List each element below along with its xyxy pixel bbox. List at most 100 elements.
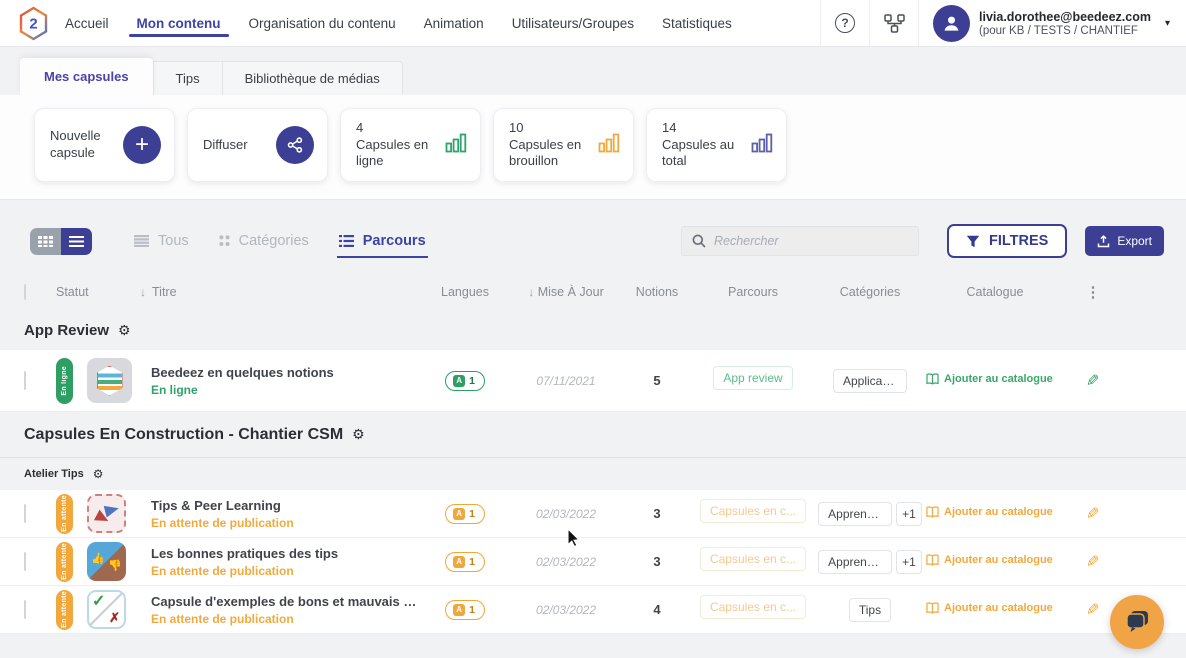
filter-parcours[interactable]: Parcours xyxy=(339,233,426,249)
list-view-button[interactable] xyxy=(61,228,92,255)
beedeez-logo[interactable]: 2 xyxy=(0,0,65,46)
parcours-chip[interactable]: Capsules en c... xyxy=(700,547,806,571)
add-capsule-button[interactable]: + xyxy=(123,126,161,164)
filter-categories[interactable]: Catégories xyxy=(219,233,309,249)
catalogue-cell: Ajouter au catalogue xyxy=(926,553,1064,571)
col-actions[interactable]: ⋮ xyxy=(1064,283,1122,301)
capsule-status-text: En ligne xyxy=(151,383,420,397)
book-icon xyxy=(926,554,939,566)
parcours-chip[interactable]: Capsules en c... xyxy=(700,499,806,523)
list-icon xyxy=(69,236,84,247)
beedeez-app: 2 Accueil Mon contenu Organisation du co… xyxy=(0,0,1186,658)
capsule-title[interactable]: Beedeez en quelques notions xyxy=(151,365,420,380)
capsule-title[interactable]: Les bonnes pratiques des tips xyxy=(151,546,420,561)
book-icon xyxy=(926,506,939,518)
category-chip[interactable]: Apprena... xyxy=(818,502,892,526)
category-chip[interactable]: Apprena... xyxy=(818,550,892,574)
add-to-catalog-button[interactable]: Ajouter au catalogue xyxy=(926,506,1053,518)
stat-card-total[interactable]: 14 Capsules au total xyxy=(646,108,787,182)
row-checkbox[interactable] xyxy=(24,552,26,571)
title-cell: Les bonnes pratiques des tips En attente… xyxy=(140,546,420,578)
language-badge: A 1 xyxy=(445,552,485,572)
filtres-button[interactable]: FILTRES xyxy=(947,224,1067,258)
edit-pencil-icon[interactable]: ✎ xyxy=(1086,600,1099,620)
list-bullets-icon xyxy=(339,235,354,247)
capsule-title[interactable]: Capsule d'exemples de bons et mauvais ti… xyxy=(151,594,420,609)
status-pill: En attente xyxy=(56,590,73,630)
main-nav: Accueil Mon contenu Organisation du cont… xyxy=(65,0,732,46)
gear-icon[interactable]: ⚙ xyxy=(118,322,131,339)
category-more-chip[interactable]: +1 xyxy=(896,550,922,574)
select-all-checkbox[interactable] xyxy=(24,284,26,300)
gear-icon[interactable]: ⚙ xyxy=(93,467,104,481)
stat-card-en-ligne[interactable]: 4 Capsules en ligne xyxy=(340,108,481,182)
row-checkbox[interactable] xyxy=(24,371,26,390)
help-button[interactable]: ? xyxy=(820,0,869,46)
edit-pencil-icon[interactable]: ✎ xyxy=(1086,371,1099,391)
capsule-thumbnail[interactable]: 👍👎 xyxy=(87,542,126,581)
language-badge: A 1 xyxy=(445,371,485,391)
category-more-chip[interactable]: +1 xyxy=(896,502,922,526)
capsule-thumbnail[interactable] xyxy=(87,358,132,403)
gear-icon[interactable]: ⚙ xyxy=(352,426,365,443)
hierarchy-icon xyxy=(884,14,905,33)
nav-statistiques[interactable]: Statistiques xyxy=(662,0,732,46)
section-atelier-tips: Atelier Tips ⚙ xyxy=(0,458,1186,490)
row-checkbox[interactable] xyxy=(24,504,26,523)
capsule-thumbnail[interactable] xyxy=(87,494,126,533)
diffuser-label: Diffuser xyxy=(203,137,248,154)
parcours-cell: Capsules en c... xyxy=(692,595,814,624)
diffuser-card[interactable]: Diffuser xyxy=(187,108,328,182)
language-icon: A xyxy=(453,375,465,387)
category-chip[interactable]: Application xyxy=(833,369,907,393)
stat-brouillon-label: Capsules en brouillon xyxy=(509,137,581,169)
tab-bibliotheque-de-medias[interactable]: Bibliothèque de médias xyxy=(223,62,402,95)
nav-mon-contenu[interactable]: Mon contenu xyxy=(137,0,221,46)
beedeez-hexagon-graphic xyxy=(97,366,123,396)
row-checkbox[interactable] xyxy=(24,600,26,619)
actions-cell: ✎ xyxy=(1064,504,1122,524)
status-cell: En attente xyxy=(56,494,80,534)
add-to-catalog-button[interactable]: Ajouter au catalogue xyxy=(926,373,1053,385)
filter-tous[interactable]: Tous xyxy=(134,233,189,249)
parcours-chip[interactable]: App review xyxy=(713,366,792,390)
sort-desc-icon: ↓ xyxy=(528,285,534,299)
col-titre[interactable]: ↓ Titre xyxy=(140,285,420,299)
chevron-down-icon[interactable]: ▾ xyxy=(1165,18,1170,29)
status-pill: En attente xyxy=(56,494,73,534)
chat-widget-button[interactable] xyxy=(1110,595,1164,649)
nav-utilisateurs-groupes[interactable]: Utilisateurs/Groupes xyxy=(512,0,634,46)
col-mise-a-jour[interactable]: ↓ Mise À Jour xyxy=(510,285,622,299)
col-catalogue: Catalogue xyxy=(926,285,1064,299)
add-to-catalog-button[interactable]: Ajouter au catalogue xyxy=(926,554,1053,566)
langues-cell: A 1 xyxy=(420,503,510,524)
table-row: En attente ✓✗ Capsule d'exemples de bons… xyxy=(0,586,1186,634)
share-button[interactable] xyxy=(276,126,314,164)
language-count: 1 xyxy=(469,604,475,616)
language-count: 1 xyxy=(469,508,475,520)
grid-view-button[interactable] xyxy=(30,228,61,255)
table-row: En ligne Beedeez en quelques notions En … xyxy=(0,350,1186,412)
new-capsule-card[interactable]: Nouvelle capsule + xyxy=(34,108,175,182)
user-menu[interactable]: livia.dorothee@beedeez.com (pour KB / TE… xyxy=(918,0,1186,46)
tab-mes-capsules[interactable]: Mes capsules xyxy=(20,58,153,95)
nav-animation[interactable]: Animation xyxy=(424,0,484,46)
nav-accueil[interactable]: Accueil xyxy=(65,0,109,46)
add-to-catalog-button[interactable]: Ajouter au catalogue xyxy=(926,602,1053,614)
tab-tips[interactable]: Tips xyxy=(154,62,223,95)
parcours-chip[interactable]: Capsules en c... xyxy=(700,595,806,619)
edit-pencil-icon[interactable]: ✎ xyxy=(1086,552,1099,572)
org-structure-button[interactable] xyxy=(869,0,918,46)
export-button[interactable]: Export xyxy=(1085,226,1164,256)
share-icon xyxy=(286,136,304,154)
capsule-title[interactable]: Tips & Peer Learning xyxy=(151,498,420,513)
col-titre-label: Titre xyxy=(152,285,177,299)
capsule-thumbnail[interactable]: ✓✗ xyxy=(87,590,126,629)
edit-pencil-icon[interactable]: ✎ xyxy=(1086,504,1099,524)
language-count: 1 xyxy=(469,556,475,568)
category-chip[interactable]: Tips xyxy=(849,598,891,622)
stat-card-brouillon[interactable]: 10 Capsules en brouillon xyxy=(493,108,634,182)
nav-organisation-du-contenu[interactable]: Organisation du contenu xyxy=(249,0,396,46)
filter-categories-label: Catégories xyxy=(239,233,309,249)
search-input[interactable] xyxy=(714,234,908,248)
